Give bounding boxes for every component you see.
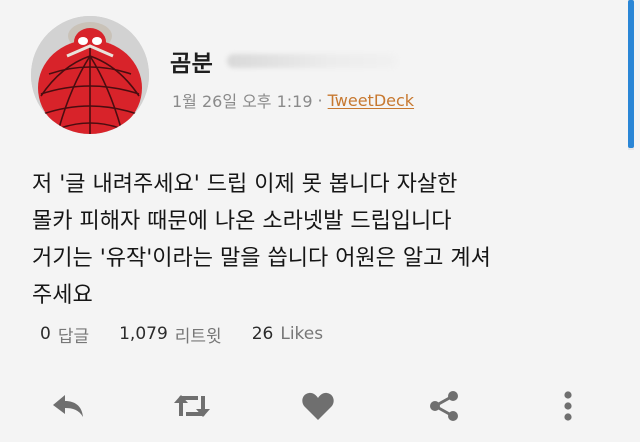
tweet-text: 저 '글 내려주세요' 드립 이제 못 봅니다 자살한 몰카 피해자 때문에 나… <box>32 166 602 314</box>
retweets-label: 리트윗 <box>174 326 222 347</box>
replies-label: 답글 <box>57 326 90 347</box>
spiderman-balloon-avatar-icon <box>31 16 149 134</box>
reply-button[interactable] <box>48 388 88 424</box>
tweet-meta: 1월 26일 오후 1:19 · TweetDeck <box>172 88 414 112</box>
likes-stat[interactable]: 26 Likes <box>252 324 323 344</box>
more-vertical-icon <box>564 391 572 421</box>
more-button[interactable] <box>548 388 588 424</box>
tweet-stats: 0 답글 1,079 리트윗 26 Likes <box>40 321 353 347</box>
share-button[interactable] <box>424 388 464 424</box>
display-name[interactable]: 곰분 <box>170 44 213 78</box>
action-bar <box>0 382 640 428</box>
tweet-detail-screen: 곰분 1월 26일 오후 1:19 · TweetDeck 저 '글 내려주세요… <box>0 0 640 442</box>
replies-stat[interactable]: 0 답글 <box>40 322 89 347</box>
reply-icon <box>53 395 83 417</box>
replies-count: 0 <box>40 324 51 344</box>
retweet-button[interactable] <box>172 388 212 424</box>
tweet-date: 1월 26일 <box>172 92 238 111</box>
tweet-text-line: 저 '글 내려주세요' 드립 이제 못 봅니다 자살한 <box>32 172 458 197</box>
name-row: 곰분 <box>170 44 398 78</box>
tweet-text-line: 몰카 피해자 때문에 나온 소라넷발 드립입니다 <box>32 209 452 234</box>
blurred-handle <box>227 54 398 68</box>
tweet-header: 곰분 1월 26일 오후 1:19 · TweetDeck <box>0 0 600 140</box>
likes-label: Likes <box>280 324 324 344</box>
retweet-icon <box>174 395 210 417</box>
retweets-count: 1,079 <box>119 324 168 344</box>
meta-separator: · <box>317 90 323 110</box>
heart-icon <box>302 392 334 420</box>
avatar[interactable] <box>31 16 149 134</box>
tweet-time: 오후 1:19 <box>242 92 313 111</box>
likes-count: 26 <box>251 324 274 344</box>
like-button[interactable] <box>298 388 338 424</box>
client-link[interactable]: TweetDeck <box>328 91 414 110</box>
share-icon <box>430 391 458 421</box>
tweet-text-line: 거기는 '유작'이라는 말을 씁니다 어원은 알고 계셔 <box>32 246 491 271</box>
tweet-text-line: 주세요 <box>32 283 93 308</box>
scrollbar-thumb[interactable] <box>628 0 634 148</box>
retweets-stat[interactable]: 1,079 리트윗 <box>119 322 222 347</box>
